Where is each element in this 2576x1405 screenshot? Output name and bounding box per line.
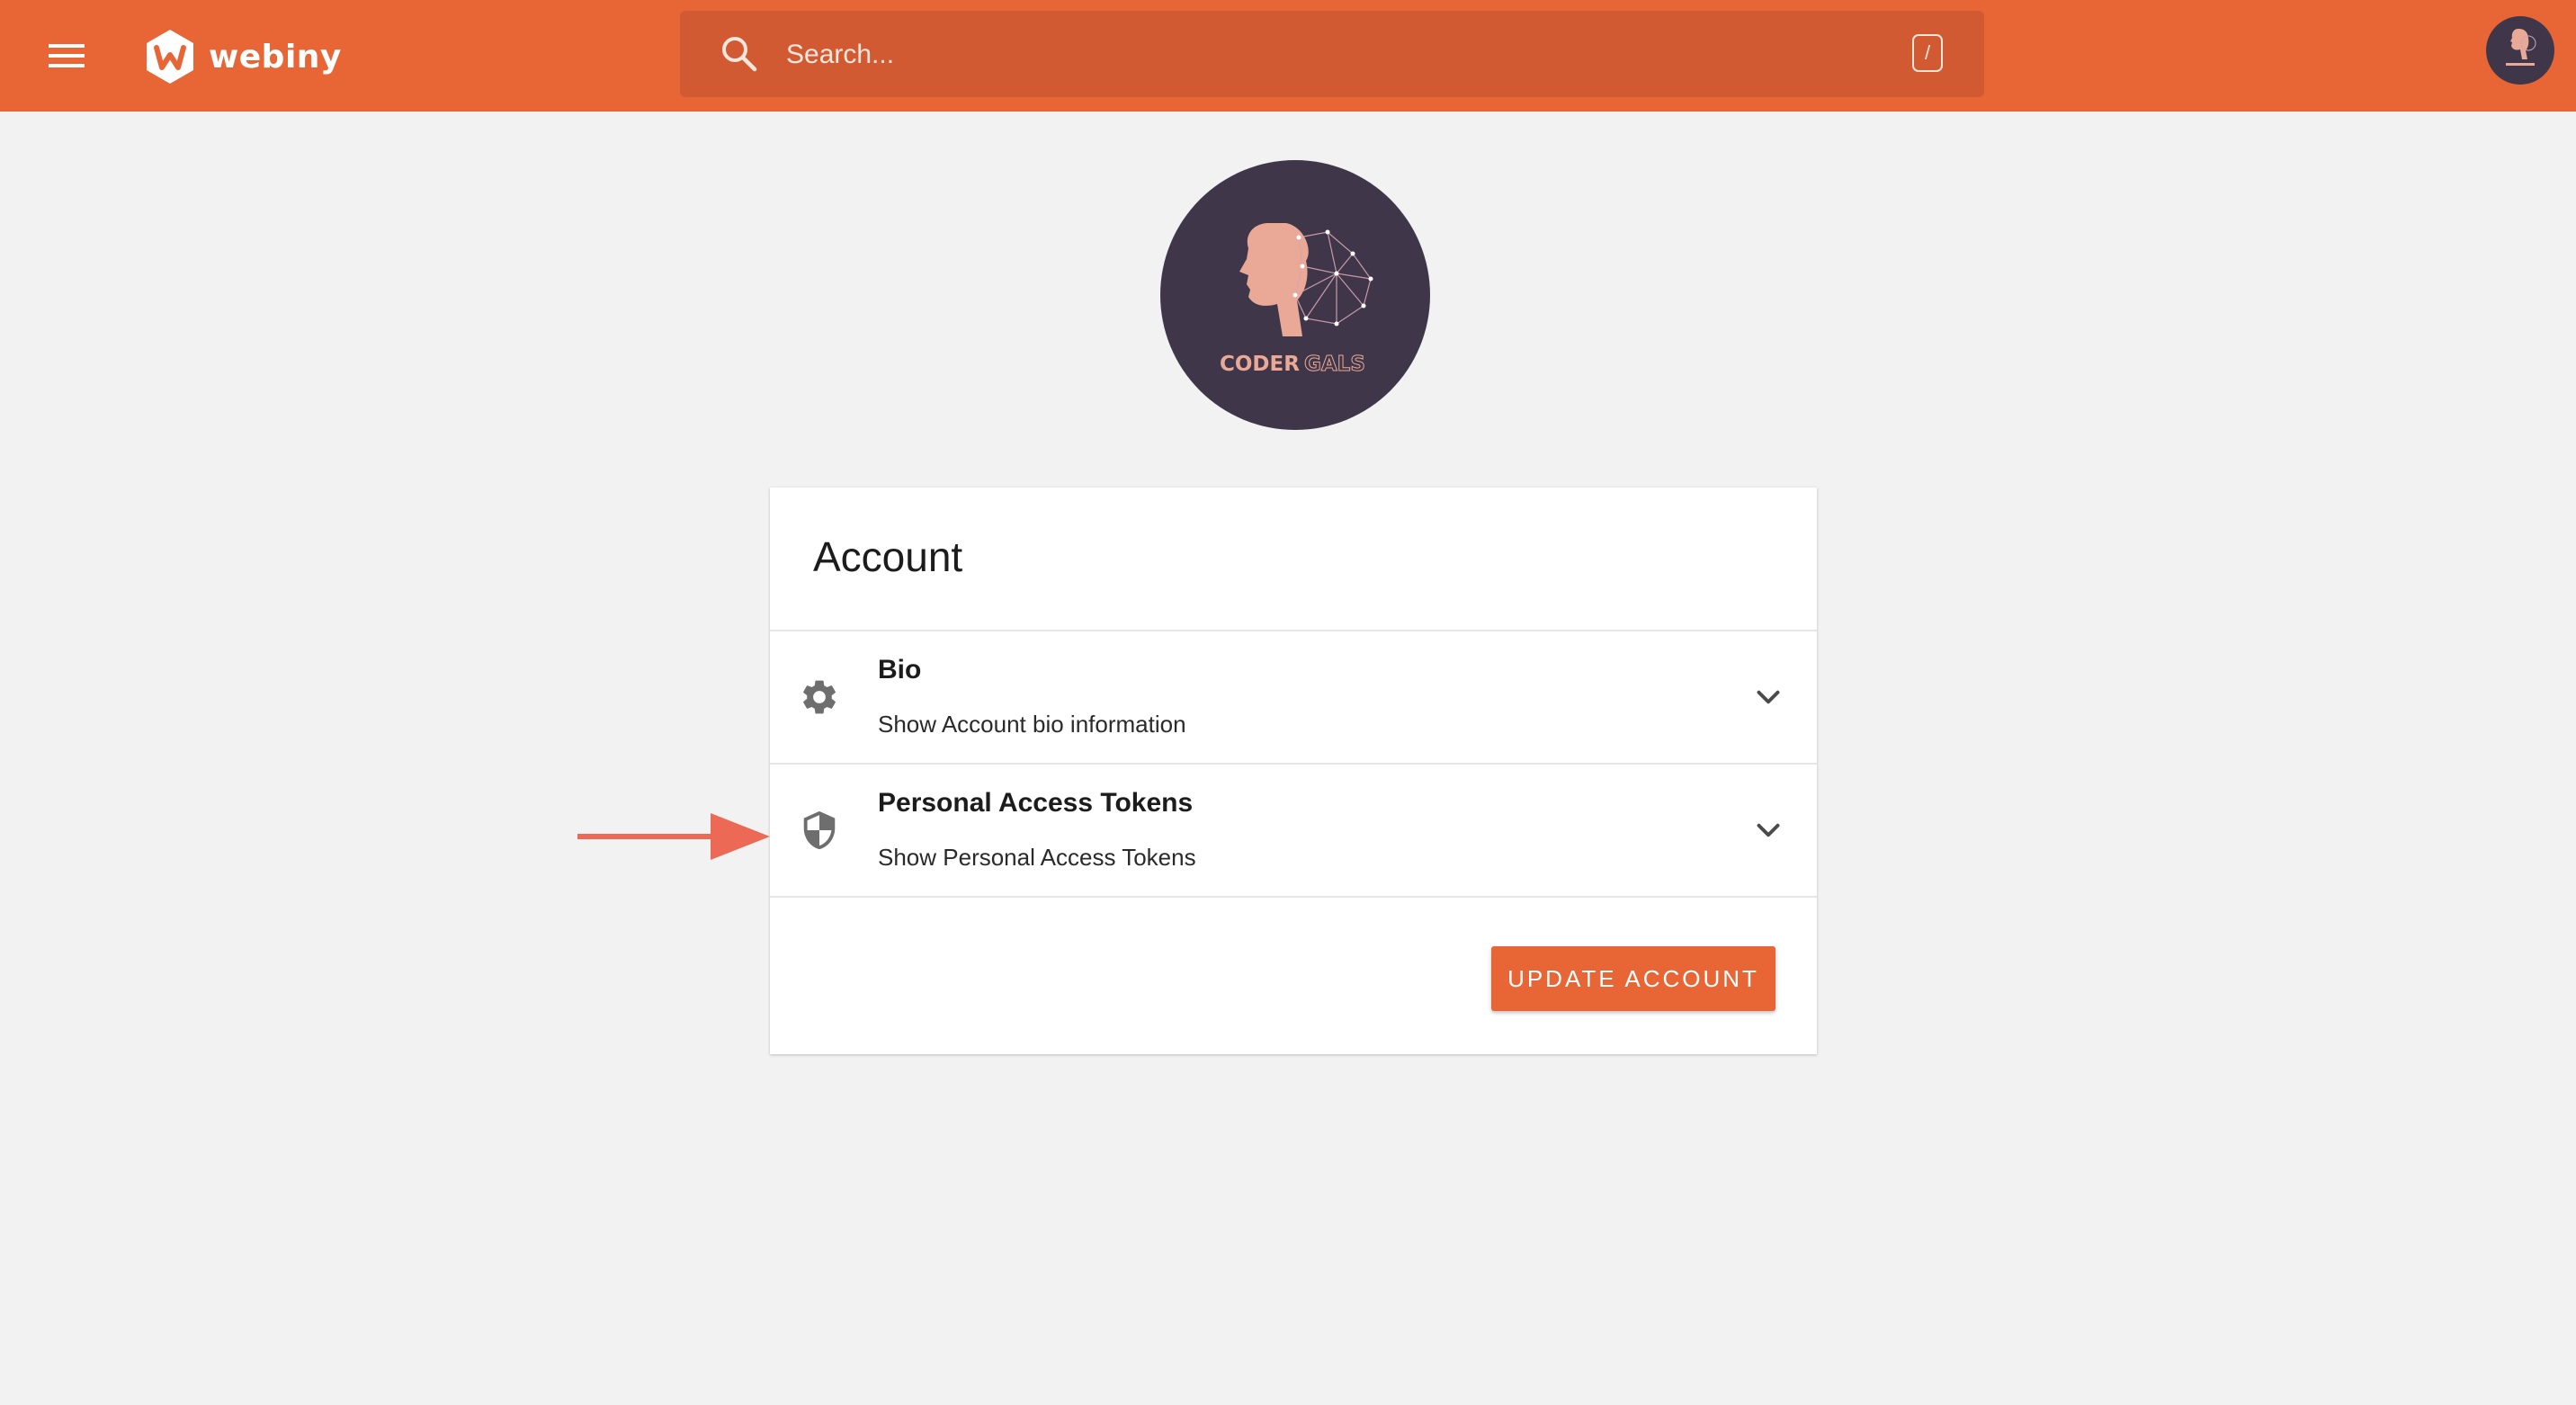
search-bar[interactable]: / [680,11,1984,97]
divider [770,896,1817,898]
user-avatar[interactable] [2486,16,2554,85]
hamburger-icon [49,44,85,67]
accordion-personal-access-tokens[interactable]: Personal Access Tokens Show Personal Acc… [770,765,1817,896]
gear-icon [803,680,836,714]
accordion-bio-subtitle: Show Account bio information [878,711,1186,738]
chevron-down-icon[interactable] [1752,681,1784,713]
account-title: Account [813,533,963,580]
top-bar: webiny / [0,0,2576,112]
webiny-logo-icon [147,30,193,84]
update-account-button[interactable]: UPDATE ACCOUNT [1491,946,1775,1011]
search-input[interactable] [784,32,1822,77]
avatar-text-secondary: GALS [1304,353,1365,376]
search-shortcut-badge: / [1912,34,1943,72]
shield-icon [803,810,836,850]
avatar-text-primary: CODER [1220,353,1300,376]
chevron-down-icon[interactable] [1752,814,1784,846]
profile-avatar: CODER GALS [1160,160,1430,430]
codergals-avatar-icon [2506,29,2536,66]
accordion-pat-subtitle: Show Personal Access Tokens [878,844,1196,871]
arrow-right-icon [577,813,770,860]
accordion-bio[interactable]: Bio Show Account bio information [770,631,1817,763]
account-card: Account Bio Show Account bio information… [770,488,1817,1054]
search-icon [722,37,757,72]
accordion-pat-title: Personal Access Tokens [878,788,1194,818]
webiny-logo[interactable]: webiny [144,27,342,86]
menu-button[interactable] [45,34,88,77]
codergals-logo: CODER GALS [1220,223,1373,377]
logo-text: webiny [209,38,342,76]
accordion-bio-title: Bio [878,655,922,685]
